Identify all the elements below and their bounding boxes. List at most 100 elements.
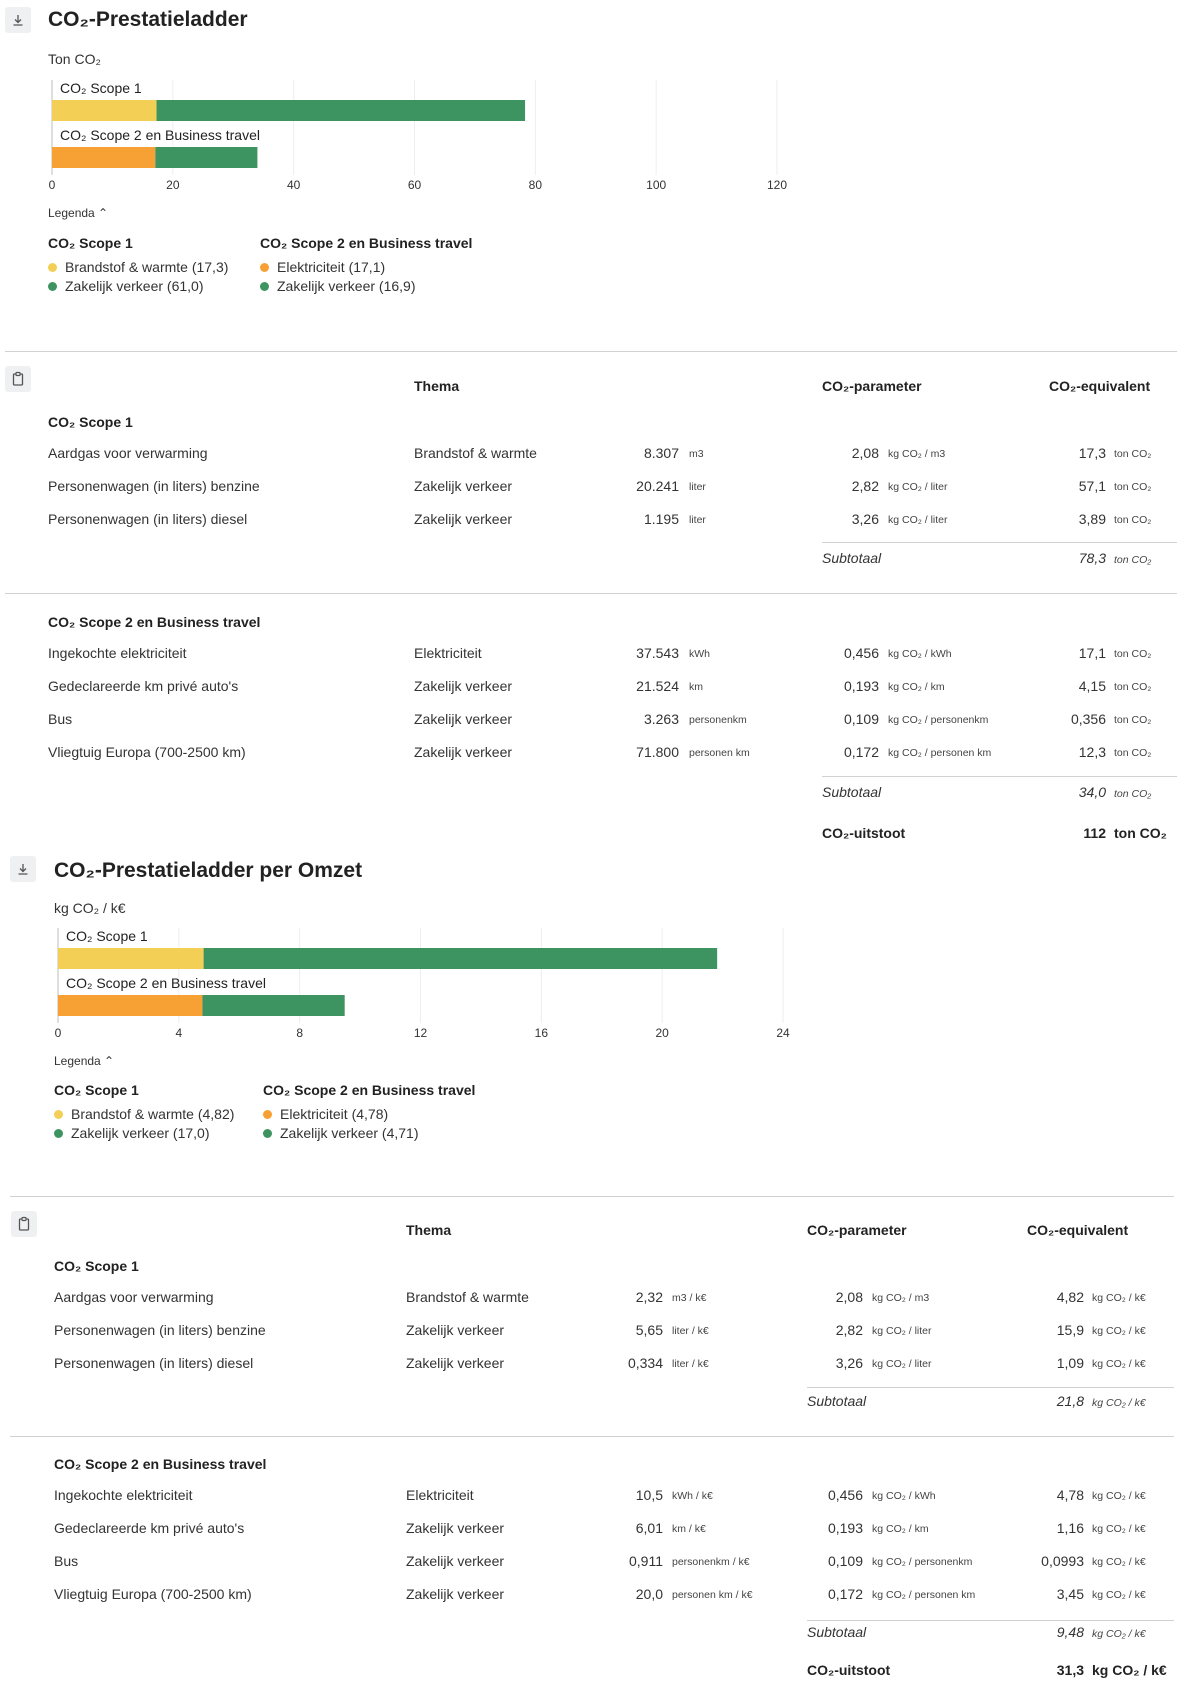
row-equivalent-unit: kg CO₂ / k€ (1092, 1490, 1146, 1502)
download-button[interactable] (5, 7, 31, 33)
legend-dot (260, 281, 269, 291)
download-icon (18, 864, 28, 875)
row-quantity: 0,911 (629, 1553, 663, 1569)
row-parameter-unit: kg CO₂ / liter (888, 514, 948, 526)
row-parameter-unit: kg CO₂ / personen km (872, 1589, 976, 1601)
subtotal-line (822, 542, 1177, 543)
legend-item[interactable]: Zakelijk verkeer (17,0) (54, 1125, 234, 1141)
bar-label: CO₂ Scope 2 en Business travel (66, 975, 266, 991)
bar-chart: 0 4 8 12 16 20 24 CO₂ Scope 1 CO₂ Scope 2 en Bus… (55, 928, 818, 1053)
row-quantity: 10,5 (635, 1487, 663, 1503)
row-name: Bus (54, 1553, 79, 1569)
row-quantity-unit: km / k€ (672, 1523, 706, 1535)
legend-item[interactable]: Elektriciteit (4,78) (263, 1106, 475, 1122)
table-row: Personenwagen (in liters) diesel Zakelijk… (0, 1355, 1177, 1375)
row-parameter: 2,82 (851, 478, 879, 494)
legend-label: Zakelijk verkeer (17,0) (71, 1125, 210, 1141)
legend-dot (54, 1128, 63, 1138)
row-quantity-unit: kWh (689, 648, 710, 660)
scope2-heading: CO₂ Scope 2 en Business travel (54, 1456, 267, 1472)
row-parameter-unit: kg CO₂ / kWh (872, 1490, 936, 1502)
legend-group-scope1: CO₂ Scope 1 Brandstof & warmte (4,82) Za… (54, 1082, 234, 1144)
copy-button[interactable] (11, 1211, 37, 1237)
divider (5, 351, 1177, 352)
row-equivalent: 1,09 (1056, 1355, 1084, 1371)
row-parameter-unit: kg CO₂ / liter (888, 481, 948, 493)
tick-label: 80 (529, 178, 543, 192)
table-row: Vliegtuig Europa (700-2500 km) Zakelijk v… (0, 1586, 1177, 1606)
legend-toggle[interactable]: Legenda ⌃ (54, 1054, 114, 1068)
total-label: CO₂-uitstoot (822, 825, 906, 841)
table-row: Aardgas voor verwarming Brandstof & warmt… (0, 1289, 1177, 1309)
row-parameter-unit: kg CO₂ / liter (872, 1325, 932, 1337)
row-equivalent: 17,1 (1078, 645, 1106, 661)
legend-group-scope2: CO₂ Scope 2 en Business travel Elektrici… (263, 1082, 475, 1144)
row-quantity: 3.263 (643, 711, 679, 727)
row-parameter-unit: kg CO₂ / m3 (872, 1292, 930, 1304)
row-name: Personenwagen (in liters) benzine (48, 478, 260, 494)
legend-toggle[interactable]: Legenda ⌃ (48, 206, 108, 220)
row-equivalent: 1,16 (1056, 1520, 1084, 1536)
subtotal-value: 21,8 (1056, 1393, 1084, 1409)
row-parameter: 0,193 (843, 678, 879, 694)
legend-item[interactable]: Zakelijk verkeer (61,0) (48, 278, 228, 294)
total-unit: ton CO₂ (1114, 825, 1167, 841)
subtotal-line (807, 1620, 1174, 1621)
legend-head: CO₂ Scope 1 (54, 1082, 139, 1098)
row-quantity: 2,32 (635, 1289, 663, 1305)
row-parameter: 0,109 (827, 1553, 863, 1569)
total-value: 31,3 (1056, 1662, 1084, 1678)
row-parameter-unit: kg CO₂ / liter (872, 1358, 932, 1370)
row-parameter: 3,26 (851, 511, 879, 527)
row-parameter-unit: kg CO₂ / personen km (888, 747, 992, 759)
column-header-equivalent: CO₂-equivalent (1049, 378, 1151, 394)
row-thema: Zakelijk verkeer (406, 1355, 505, 1371)
legend-item[interactable]: Brandstof & warmte (17,3) (48, 259, 228, 275)
row-quantity: 6,01 (635, 1520, 663, 1536)
download-button[interactable] (10, 856, 36, 882)
row-name: Personenwagen (in liters) diesel (48, 511, 248, 527)
legend-item[interactable]: Brandstof & warmte (4,82) (54, 1106, 234, 1122)
tick-label: 40 (287, 178, 301, 192)
subtotal-label: Subtotaal (822, 550, 882, 566)
copy-button[interactable] (5, 366, 31, 392)
legend-item[interactable]: Zakelijk verkeer (16,9) (260, 278, 472, 294)
row-parameter: 0,172 (843, 744, 879, 760)
table-row: Bus Zakelijk verkeer 3.263 personenkm 0,109 k… (0, 711, 1177, 731)
row-quantity-unit: personen km / k€ (672, 1589, 753, 1601)
bar-segment (58, 995, 203, 1016)
bar-segment (58, 948, 204, 969)
legend-head: CO₂ Scope 2 en Business travel (263, 1082, 476, 1098)
row-quantity: 1.195 (643, 511, 679, 527)
row-thema: Elektriciteit (414, 645, 482, 661)
column-header-parameter: CO₂-parameter (822, 378, 922, 394)
row-parameter-unit: kg CO₂ / km (888, 681, 945, 693)
tick-label: 4 (175, 1026, 182, 1040)
row-quantity-unit: personenkm (689, 714, 747, 726)
row-equivalent: 3,89 (1078, 511, 1106, 527)
row-quantity-unit: km (689, 681, 703, 693)
row-equivalent: 3,45 (1056, 1586, 1084, 1602)
row-equivalent: 12,3 (1078, 744, 1106, 760)
legend-label: Brandstof & warmte (4,82) (71, 1106, 235, 1122)
row-equivalent-unit: kg CO₂ / k€ (1092, 1589, 1146, 1601)
bar-label: CO₂ Scope 2 en Business travel (60, 127, 260, 143)
row-name: Aardgas voor verwarming (48, 445, 208, 461)
row-thema: Zakelijk verkeer (414, 678, 513, 694)
row-quantity: 37.543 (636, 645, 679, 661)
row-equivalent-unit: ton CO₂ (1114, 747, 1152, 759)
column-header-equivalent: CO₂-equivalent (1027, 1222, 1129, 1238)
legend-dot (48, 281, 57, 291)
row-quantity-unit: personen km (689, 747, 750, 759)
table-row: Vliegtuig Europa (700-2500 km) Zakelijk v… (0, 744, 1177, 764)
row-equivalent-unit: ton CO₂ (1114, 681, 1152, 693)
row-parameter-unit: kg CO₂ / km (872, 1523, 929, 1535)
legend-item[interactable]: Zakelijk verkeer (4,71) (263, 1125, 475, 1141)
tick-label: 12 (414, 1026, 428, 1040)
legend-item[interactable]: Elektriciteit (17,1) (260, 259, 472, 275)
legend-head: CO₂ Scope 2 en Business travel (260, 235, 473, 251)
legend-dot (54, 1109, 63, 1119)
subtotal-value: 34,0 (1078, 784, 1106, 800)
row-thema: Brandstof & warmte (406, 1289, 529, 1305)
row-thema: Zakelijk verkeer (406, 1553, 505, 1569)
